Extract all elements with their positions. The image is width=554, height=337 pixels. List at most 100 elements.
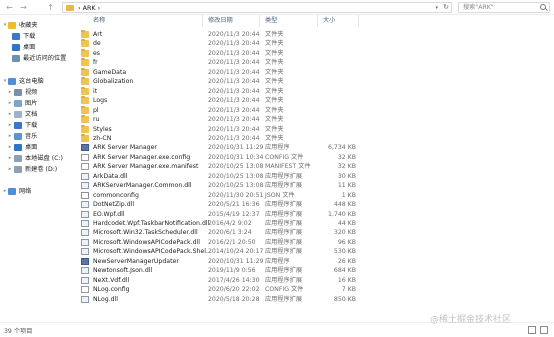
address-bar[interactable]: › ARK › ▾ ↻ xyxy=(62,2,452,13)
file-name[interactable]: pl xyxy=(93,106,99,115)
file-row[interactable]: DotNetZip.dll 2020/5/21 16:36 应用程序扩展 448 KB xyxy=(78,200,356,209)
nav-download[interactable]: 下载 xyxy=(8,32,74,41)
breadcrumb-separator[interactable]: › xyxy=(98,4,101,12)
file-row[interactable]: Newtonsoft.Json.dll 2019/11/9 0:56 应用程序扩展 6… xyxy=(78,266,356,275)
file-name[interactable]: es xyxy=(93,49,100,58)
file-name[interactable]: commonconfig xyxy=(93,191,139,200)
column-header-size[interactable]: 大小 xyxy=(323,15,335,27)
file-name[interactable]: de xyxy=(93,39,101,48)
address-dropdown-icon[interactable]: ▾ xyxy=(435,4,438,12)
file-name[interactable]: ARK Server Manager xyxy=(93,143,157,152)
column-divider[interactable] xyxy=(202,15,203,27)
column-divider[interactable] xyxy=(259,15,260,27)
details-view-icon[interactable] xyxy=(528,326,536,334)
file-row[interactable]: ARK Server Manager.exe.manifest 2020/10/2… xyxy=(78,162,356,171)
file-name[interactable]: GameData xyxy=(93,68,126,77)
file-row[interactable]: de 2020/11/3 20:44 文件夹 xyxy=(78,39,356,48)
file-name[interactable]: Art xyxy=(93,30,102,39)
chevron-right-icon[interactable]: ▸ xyxy=(7,121,13,130)
up-arrow-icon[interactable]: ↑ xyxy=(45,2,56,13)
file-name[interactable]: NLog.dll xyxy=(93,295,118,304)
forward-arrow-icon[interactable]: → xyxy=(18,2,29,13)
file-row[interactable]: Microsoft.WindowsAPICodePack.Shel... 2014… xyxy=(78,247,356,256)
large-icons-view-icon[interactable] xyxy=(540,326,548,334)
breadcrumb-ark[interactable]: ARK xyxy=(83,4,96,12)
breadcrumb-separator[interactable]: › xyxy=(78,4,81,12)
file-row[interactable]: Hardcodet.Wpf.TaskbarNotification.dll 201… xyxy=(78,219,356,228)
nav-quick-access[interactable]: ▾ 收藏夹 xyxy=(2,21,74,30)
file-row[interactable]: ArkData.dll 2020/10/25 13:08 应用程序扩展 30 KB xyxy=(78,172,356,181)
file-row[interactable]: Logs 2020/11/3 20:44 文件夹 xyxy=(78,96,356,105)
file-row[interactable]: Styles 2020/11/3 20:44 文件夹 xyxy=(78,124,356,134)
file-row[interactable]: NewServerManagerUpdater 2020/10/31 11:29 应… xyxy=(78,257,356,266)
nav-recent[interactable]: 最近访问的位置 xyxy=(8,54,74,63)
file-name[interactable]: Styles xyxy=(93,125,112,134)
chevron-right-icon[interactable]: ▸ xyxy=(7,143,13,152)
file-name[interactable]: it xyxy=(93,87,97,96)
file-row[interactable]: commonconfig 2020/11/30 20:51 JSON 文件 1 KB xyxy=(78,191,356,200)
file-row[interactable]: es 2020/11/3 20:44 文件夹 xyxy=(78,48,356,58)
file-row[interactable]: ARKServerManager.Common.dll 2020/10/25 13… xyxy=(78,181,356,190)
file-name[interactable]: NLog.config xyxy=(93,285,130,294)
file-name[interactable]: ARK Server Manager.exe.manifest xyxy=(93,162,198,171)
chevron-right-icon[interactable]: ▸ xyxy=(7,110,13,119)
file-name[interactable]: ARKServerManager.Common.dll xyxy=(93,181,192,190)
file-row[interactable]: it 2020/11/3 20:44 文件夹 xyxy=(78,86,356,96)
search-icon[interactable] xyxy=(540,4,546,10)
back-arrow-icon[interactable]: ← xyxy=(4,2,15,13)
column-header-name[interactable]: 名称 xyxy=(93,15,105,27)
nav-music[interactable]: ▸ 音乐 xyxy=(8,132,74,141)
file-name[interactable]: DotNetZip.dll xyxy=(93,200,134,209)
nav-videos[interactable]: ▸ 视频 xyxy=(8,88,74,97)
file-name[interactable]: Microsoft.WindowsAPICodePack.Shel... xyxy=(93,247,212,256)
nav-network[interactable]: ▸ 网络 xyxy=(2,187,74,196)
file-row[interactable]: Globalization 2020/11/3 20:44 文件夹 xyxy=(78,77,356,86)
file-name[interactable]: Microsoft.Win32.TaskScheduler.dll xyxy=(93,228,198,237)
file-row[interactable]: Microsoft.WindowsAPICodePack.dll 2016/2/1… xyxy=(78,238,356,247)
file-name[interactable]: ArkData.dll xyxy=(93,172,127,181)
file-row[interactable]: ARK Server Manager.exe.config 2020/10/31 … xyxy=(78,153,356,162)
chevron-right-icon[interactable]: ▸ xyxy=(7,154,13,163)
file-name[interactable]: ARK Server Manager.exe.config xyxy=(93,153,190,162)
file-row[interactable]: GameData 2020/11/3 20:44 文件夹 xyxy=(78,67,356,77)
file-row[interactable]: EO.Wpf.dll 2015/4/19 12:37 应用程序扩展 1,740 KB xyxy=(78,210,356,219)
search-input[interactable]: 搜索"ARK" xyxy=(458,2,550,13)
column-divider[interactable] xyxy=(358,15,359,27)
file-name[interactable]: EO.Wpf.dll xyxy=(93,210,125,219)
column-divider[interactable] xyxy=(317,15,318,27)
file-row[interactable]: ARK Server Manager 2020/10/31 11:29 应用程序 6,… xyxy=(78,143,356,152)
file-row[interactable]: pl 2020/11/3 20:44 文件夹 xyxy=(78,105,356,115)
chevron-right-icon[interactable]: ▸ xyxy=(7,99,13,108)
file-name[interactable]: NeXt.Vdf.dll xyxy=(93,276,129,285)
nav-new-volume[interactable]: ▸ 新建卷 (D:) xyxy=(8,165,74,174)
file-name[interactable]: zh-CN xyxy=(93,134,111,143)
file-name[interactable]: Hardcodet.Wpf.TaskbarNotification.dll xyxy=(93,219,209,228)
file-row[interactable]: zh-CN 2020/11/3 20:44 文件夹 xyxy=(78,133,356,143)
file-name[interactable]: Microsoft.WindowsAPICodePack.dll xyxy=(93,238,200,247)
chevron-right-icon[interactable]: ▸ xyxy=(7,132,13,141)
column-header-type[interactable]: 类型 xyxy=(265,15,277,27)
file-row[interactable]: ru 2020/11/3 20:44 文件夹 xyxy=(78,115,356,124)
file-name[interactable]: fr xyxy=(93,58,98,67)
file-row[interactable]: Microsoft.Win32.TaskScheduler.dll 2020/6/… xyxy=(78,228,356,237)
file-row[interactable]: fr 2020/11/3 20:44 文件夹 xyxy=(78,58,356,67)
file-row[interactable]: NLog.dll 2020/5/18 20:28 应用程序扩展 850 KB xyxy=(78,295,356,304)
file-name[interactable]: NewServerManagerUpdater xyxy=(93,257,179,266)
file-row[interactable]: NeXt.Vdf.dll 2017/4/26 14:30 应用程序扩展 16 KB xyxy=(78,276,356,285)
nav-local-disk[interactable]: ▸ 本地磁盘 (C:) xyxy=(8,154,74,163)
refresh-icon[interactable]: ↻ xyxy=(443,3,449,12)
nav-downloads[interactable]: ▸ 下载 xyxy=(8,121,74,130)
chevron-right-icon[interactable]: ▸ xyxy=(7,165,13,174)
file-name[interactable]: Globalization xyxy=(93,77,133,86)
nav-documents[interactable]: ▸ 文档 xyxy=(8,110,74,119)
nav-pictures[interactable]: ▸ 图片 xyxy=(8,99,74,108)
chevron-right-icon[interactable]: ▸ xyxy=(7,88,13,97)
column-header-date[interactable]: 修改日期 xyxy=(208,15,233,27)
nav-desktop-pc[interactable]: ▸ 桌面 xyxy=(8,143,74,152)
file-name[interactable]: ru xyxy=(93,115,99,124)
file-name[interactable]: Logs xyxy=(93,96,107,105)
address-path[interactable]: › ARK › xyxy=(78,4,100,12)
nav-this-pc[interactable]: ▾ 这台电脑 xyxy=(2,77,74,86)
file-row[interactable]: NLog.config 2020/6/20 22:02 CONFIG 文件 7 KB xyxy=(78,285,356,294)
nav-desktop[interactable]: 桌面 xyxy=(8,43,74,52)
